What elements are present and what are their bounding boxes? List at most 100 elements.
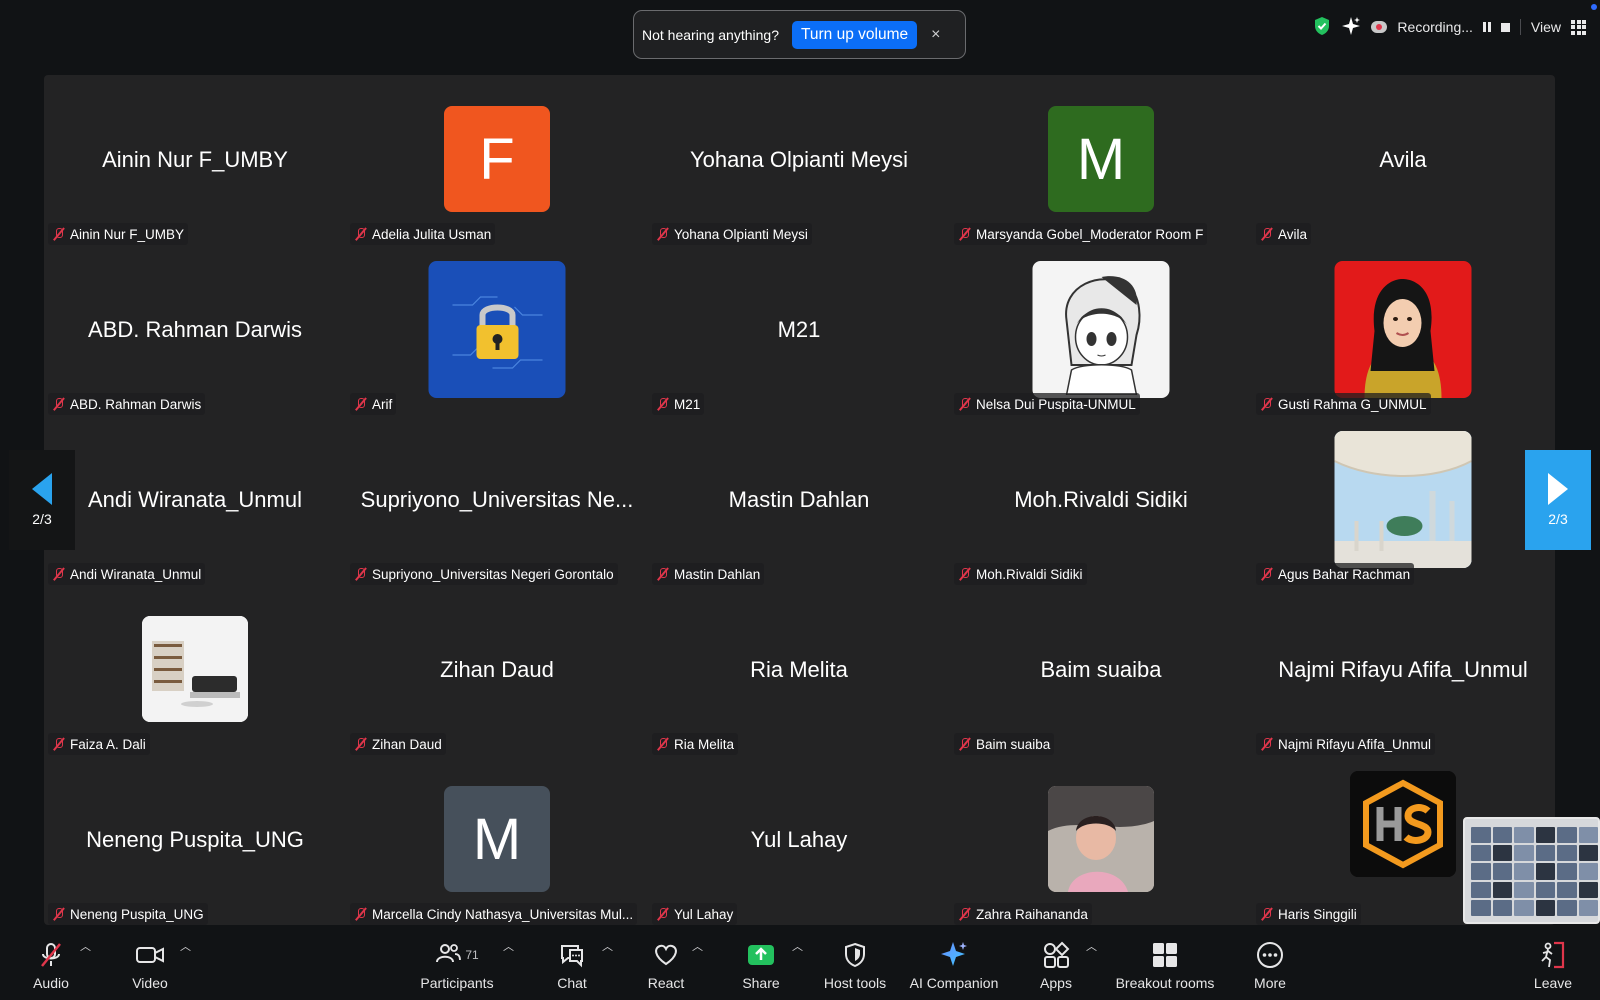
participant-name-label: Faiza A. Dali bbox=[48, 733, 150, 755]
participant-tile[interactable]: Yul Lahay Yul Lahay bbox=[648, 755, 950, 925]
participant-name: Avila bbox=[1278, 226, 1308, 242]
participant-name: Andi Wiranata_Unmul bbox=[70, 566, 202, 582]
participant-tile[interactable]: Ainin Nur F_UMBY Ainin Nur F_UMBY bbox=[44, 75, 346, 245]
share-button[interactable]: Share bbox=[740, 926, 782, 1000]
close-icon[interactable]: × bbox=[931, 26, 940, 44]
shield-icon bbox=[843, 941, 867, 969]
participant-name-label: Arif bbox=[350, 393, 397, 415]
participant-tile[interactable]: M21 M21 bbox=[648, 245, 950, 415]
ai-companion-button[interactable]: AI Companion bbox=[906, 926, 1002, 1000]
breakout-rooms-button[interactable]: Breakout rooms bbox=[1114, 926, 1216, 1000]
participants-icon-group: 71 bbox=[435, 941, 479, 969]
shared-screen-thumbnail[interactable] bbox=[1463, 817, 1600, 924]
participant-tile[interactable]: Agus Bahar Rachman bbox=[1252, 415, 1554, 585]
participant-display-name: Mastin Dahlan bbox=[728, 487, 870, 512]
participant-tile[interactable]: Avila Avila bbox=[1252, 75, 1554, 245]
participant-tile[interactable]: M Marcella Cindy Nathasya_Universitas Mu… bbox=[346, 755, 648, 925]
participant-name: Nelsa Dui Puspita-UNMUL bbox=[976, 396, 1136, 412]
previous-page-button[interactable]: 2/3 bbox=[9, 450, 75, 550]
view-button-label[interactable]: View bbox=[1531, 19, 1561, 35]
heart-icon bbox=[652, 941, 680, 969]
participant-name: Moh.Rivaldi Sidiki bbox=[976, 566, 1083, 582]
participant-tile[interactable]: Moh.Rivaldi Sidiki Moh.Rivaldi Sidiki bbox=[950, 415, 1252, 585]
pause-recording-icon[interactable] bbox=[1482, 22, 1491, 32]
mic-muted-icon bbox=[656, 227, 670, 241]
react-options-chevron-icon[interactable]: ︿ bbox=[692, 938, 703, 954]
next-page-button[interactable]: 2/3 bbox=[1525, 450, 1591, 550]
apps-options-chevron-icon[interactable]: ︿ bbox=[1086, 938, 1097, 954]
share-options-chevron-icon[interactable]: ︿ bbox=[792, 938, 803, 954]
participant-tile[interactable]: Faiza A. Dali bbox=[44, 585, 346, 755]
participant-tile[interactable]: Supriyono_Universitas Ne... Supriyono_Un… bbox=[346, 415, 648, 585]
mic-muted-icon bbox=[354, 227, 368, 241]
participant-tile[interactable]: Gusti Rahma G_UNMUL bbox=[1252, 245, 1554, 415]
participant-tile[interactable]: Nelsa Dui Puspita-UNMUL bbox=[950, 245, 1252, 415]
participant-name-label: Ainin Nur F_UMBY bbox=[48, 223, 189, 245]
chat-button[interactable]: Chat bbox=[552, 926, 592, 1000]
participant-name: Yul Lahay bbox=[674, 906, 734, 922]
thumbnail-preview-grid bbox=[1471, 827, 1598, 916]
video-button[interactable]: Video bbox=[123, 926, 177, 1000]
participant-tile[interactable]: Baim suaiba Baim suaiba bbox=[950, 585, 1252, 755]
stop-recording-icon[interactable] bbox=[1500, 22, 1510, 32]
participant-tile[interactable]: Arif bbox=[346, 245, 648, 415]
share-screen-icon bbox=[747, 941, 775, 969]
chat-options-chevron-icon[interactable]: ︿ bbox=[602, 938, 613, 954]
mic-muted-icon bbox=[1260, 397, 1274, 411]
audio-label: Audio bbox=[33, 975, 69, 991]
participant-tile[interactable]: F Adelia Julita Usman bbox=[346, 75, 648, 245]
participants-options-chevron-icon[interactable]: ︿ bbox=[503, 938, 514, 954]
apps-button[interactable]: Apps bbox=[1036, 926, 1076, 1000]
react-label: React bbox=[647, 975, 685, 991]
child-photo-avatar bbox=[1048, 786, 1154, 892]
participants-button[interactable]: 71 Participants bbox=[413, 926, 501, 1000]
audio-button[interactable]: Audio bbox=[25, 926, 77, 1000]
participant-tile[interactable]: Yohana Olpianti Meysi Yohana Olpianti Me… bbox=[648, 75, 950, 245]
mic-muted-icon bbox=[958, 227, 972, 241]
ai-sparkle-icon[interactable] bbox=[1341, 16, 1361, 39]
participant-tile[interactable]: Zihan Daud Zihan Daud bbox=[346, 585, 648, 755]
page-indicator: 2/3 bbox=[32, 511, 52, 527]
mic-muted-icon bbox=[656, 397, 670, 411]
leave-button[interactable]: Leave bbox=[1532, 926, 1574, 1000]
avatar: F bbox=[444, 106, 550, 212]
mic-muted-icon bbox=[1260, 567, 1274, 581]
participant-tile[interactable]: M Marsyanda Gobel_Moderator Room F bbox=[950, 75, 1252, 245]
participant-name: Agus Bahar Rachman bbox=[1278, 566, 1411, 582]
audio-options-chevron-icon[interactable]: ︿ bbox=[80, 938, 91, 954]
participant-tile[interactable]: Zahra Raihananda bbox=[950, 755, 1252, 925]
participant-name-label: Andi Wiranata_Unmul bbox=[48, 563, 206, 585]
mosque-photo-avatar bbox=[1334, 431, 1472, 568]
participant-display-name: ABD. Rahman Darwis bbox=[88, 317, 302, 342]
ai-sparkle-icon bbox=[939, 941, 969, 969]
video-options-chevron-icon[interactable]: ︿ bbox=[180, 938, 191, 954]
host-tools-button[interactable]: Host tools bbox=[820, 926, 890, 1000]
participant-tile[interactable]: Mastin Dahlan Mastin Dahlan bbox=[648, 415, 950, 585]
more-button[interactable]: More bbox=[1250, 926, 1290, 1000]
participant-tile[interactable]: Andi Wiranata_Unmul Andi Wiranata_Unmul bbox=[44, 415, 346, 585]
react-button[interactable]: React bbox=[643, 926, 689, 1000]
apps-icon bbox=[1042, 941, 1070, 969]
participant-tile[interactable]: Ria Melita Ria Melita bbox=[648, 585, 950, 755]
status-divider bbox=[1519, 19, 1521, 35]
turn-up-volume-button[interactable]: Turn up volume bbox=[792, 20, 918, 49]
participant-name: Baim suaiba bbox=[976, 736, 1051, 752]
participant-tile[interactable]: Neneng Puspita_UNG Neneng Puspita_UNG bbox=[44, 755, 346, 925]
mic-muted-icon bbox=[958, 567, 972, 581]
participant-tile[interactable]: Najmi Rifayu Afifa_Unmul Najmi Rifayu Af… bbox=[1252, 585, 1554, 755]
participant-name: Ainin Nur F_UMBY bbox=[70, 226, 185, 242]
participant-tile[interactable]: ABD. Rahman Darwis ABD. Rahman Darwis bbox=[44, 245, 346, 415]
participant-name-label: Adelia Julita Usman bbox=[350, 223, 496, 245]
participant-name: Haris Singgili bbox=[1278, 906, 1357, 922]
breakout-rooms-label: Breakout rooms bbox=[1115, 975, 1215, 991]
participant-name-label: Avila bbox=[1256, 223, 1312, 245]
participant-name: Arif bbox=[372, 396, 393, 412]
view-grid-icon[interactable] bbox=[1571, 19, 1586, 35]
anime-drawing-avatar bbox=[1032, 261, 1170, 398]
participant-name: Neneng Puspita_UNG bbox=[70, 906, 204, 922]
participant-gallery: Ainin Nur F_UMBY Ainin Nur F_UMBY F Adel… bbox=[44, 75, 1555, 925]
page-indicator: 2/3 bbox=[1548, 511, 1568, 527]
mic-muted-icon bbox=[52, 567, 66, 581]
shield-check-icon[interactable] bbox=[1313, 16, 1331, 39]
participant-name: Gusti Rahma G_UNMUL bbox=[1278, 396, 1427, 412]
